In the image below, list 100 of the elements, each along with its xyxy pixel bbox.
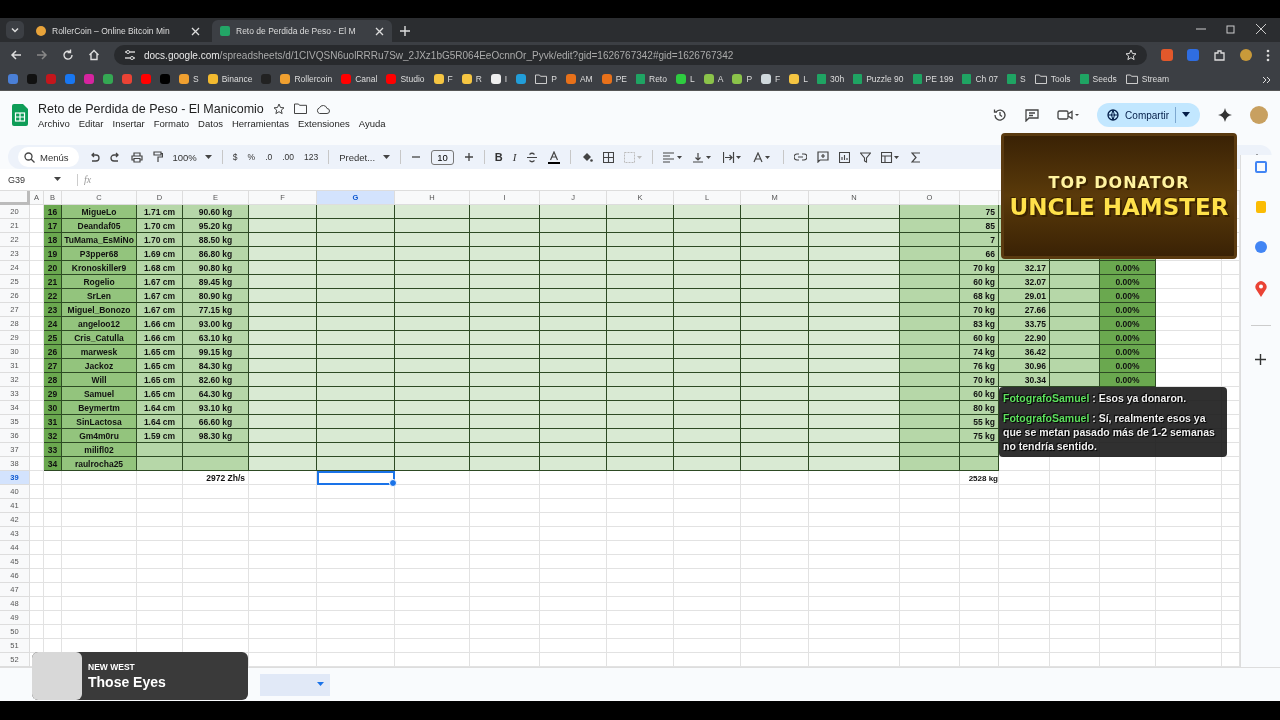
tasks-icon[interactable] [1254, 241, 1267, 253]
format-button[interactable]: .0 [265, 152, 273, 162]
fox-extension-icon[interactable] [1161, 49, 1173, 61]
site-settings-icon[interactable] [124, 49, 136, 61]
format-button[interactable]: .00 [282, 152, 295, 162]
vertical-align-icon[interactable] [693, 151, 714, 163]
bookmark[interactable]: S [179, 74, 199, 84]
bookmark[interactable]: Stream [1125, 74, 1170, 84]
new-tab-icon[interactable] [400, 26, 410, 36]
profile-avatar-icon[interactable] [1240, 49, 1252, 61]
menu-item[interactable]: Herramientas [231, 117, 289, 129]
restore-icon[interactable] [1226, 24, 1236, 34]
reload-icon[interactable] [62, 49, 74, 61]
tab-search-icon[interactable] [6, 21, 24, 39]
plus-icon[interactable] [463, 152, 474, 162]
caret-icon[interactable] [54, 177, 61, 182]
bookmark[interactable]: S [1007, 74, 1026, 84]
menu-search-field[interactable]: Menús [18, 147, 79, 167]
video-call-icon[interactable] [1057, 109, 1080, 121]
cloud-icon[interactable] [315, 103, 330, 114]
bookmark[interactable]: P [535, 74, 557, 84]
menu-item[interactable]: Editar [78, 117, 104, 129]
site-icon[interactable] [122, 74, 132, 84]
bookmark[interactable]: A [703, 74, 724, 84]
sheets-logo-icon[interactable] [12, 104, 28, 126]
comment-icon[interactable] [1025, 108, 1040, 122]
bookmark[interactable]: PE 199 [912, 74, 954, 84]
bookmark[interactable]: L [789, 74, 808, 84]
bookmark[interactable]: Seeds [1079, 74, 1117, 84]
menu-item[interactable]: Ayuda [358, 117, 386, 129]
extensions-icon[interactable] [1213, 48, 1226, 62]
bookmark[interactable]: Rollercoin [280, 74, 333, 84]
selected-cell[interactable] [317, 471, 395, 485]
history-icon[interactable] [993, 108, 1008, 122]
site-icon[interactable] [8, 74, 18, 84]
bookmark[interactable]: R [461, 74, 482, 84]
text-style-button[interactable]: I [512, 151, 517, 163]
chart-icon[interactable] [839, 151, 851, 163]
format-button[interactable]: % [247, 152, 256, 162]
add-comment-icon[interactable] [817, 151, 830, 163]
site-icon[interactable] [103, 74, 113, 84]
text-wrap-icon[interactable] [723, 151, 744, 163]
bookmark[interactable]: Binance [207, 74, 253, 84]
format-button[interactable]: 123 [304, 152, 319, 162]
bookmark[interactable]: Canal [341, 74, 378, 84]
filter-views-icon[interactable] [881, 151, 902, 163]
browser-tab[interactable]: Reto de Perdida de Peso - El M [212, 20, 392, 42]
bookmark[interactable]: Studio [386, 74, 425, 84]
map-pin-icon[interactable] [1254, 281, 1267, 297]
back-icon[interactable] [10, 49, 22, 61]
link-icon[interactable] [794, 153, 808, 161]
bookmark[interactable]: 30h [817, 74, 845, 84]
star-icon[interactable] [272, 102, 285, 115]
menu-item[interactable]: Archivo [38, 117, 70, 129]
merge-cells-icon[interactable] [624, 151, 643, 163]
functions-icon[interactable] [911, 151, 922, 163]
folder-icon[interactable] [293, 103, 307, 114]
bookmark[interactable]: Ch 07 [962, 74, 999, 84]
zoom-dropdown[interactable]: 100% [172, 151, 212, 163]
site-icon[interactable] [516, 74, 527, 84]
menu-item[interactable]: Datos [198, 117, 223, 129]
add-icon[interactable] [1255, 354, 1266, 365]
bookmark[interactable]: P [732, 74, 753, 84]
bookmark[interactable]: F [433, 74, 453, 84]
bookmark[interactable]: Tools [1034, 74, 1071, 84]
forward-icon[interactable] [36, 49, 48, 61]
more-icon[interactable] [1266, 48, 1270, 62]
address-bar[interactable]: docs.google.com/spreadsheets/d/1CIVQSN6uolRRRu7Sw_2JXz1bG5R064EeOcnnOr_Pyvk/edit?gid=1626767342#gid=1626767342 [114, 45, 1147, 65]
menu-item[interactable]: Extensiones [297, 117, 350, 129]
close-icon[interactable] [375, 26, 384, 36]
close-icon[interactable] [1256, 24, 1266, 34]
sparkle-icon[interactable] [1218, 108, 1232, 122]
fill-handle[interactable] [389, 479, 397, 487]
menu-item[interactable]: Formato [153, 117, 190, 129]
home-icon[interactable] [88, 49, 100, 61]
redo-icon[interactable] [109, 151, 121, 163]
format-button[interactable]: $ [232, 152, 238, 162]
bookmark[interactable]: F [761, 74, 781, 84]
calendar-icon[interactable] [1254, 161, 1267, 173]
text-color-icon[interactable] [548, 150, 561, 164]
browser-tab[interactable]: RollerCoin – Online Bitcoin Min [28, 20, 208, 42]
fill-color-icon[interactable] [581, 151, 594, 163]
bookmark[interactable]: AM [565, 74, 593, 84]
bookmark[interactable]: I [490, 74, 508, 84]
text-style-button[interactable]: B [494, 151, 503, 163]
share-button[interactable]: Compartir [1097, 103, 1200, 127]
strikethrough-icon[interactable] [526, 151, 539, 163]
bookmark[interactable]: Puzzle 90 [853, 74, 904, 84]
menu-item[interactable]: Insertar [112, 117, 145, 129]
font-dropdown[interactable]: Predet... [339, 151, 391, 163]
bookmark[interactable]: Reto [636, 74, 667, 84]
paint-format-icon[interactable] [152, 151, 163, 163]
filter-icon[interactable] [860, 151, 872, 163]
font-size-field[interactable]: 10 [431, 149, 454, 165]
close-icon[interactable] [191, 26, 200, 36]
align-icon[interactable] [663, 151, 684, 163]
name-box[interactable]: G39 [8, 174, 48, 185]
site-icon[interactable] [141, 74, 151, 84]
bookmark[interactable]: L [675, 74, 695, 84]
bookmark[interactable]: PE [601, 74, 627, 84]
